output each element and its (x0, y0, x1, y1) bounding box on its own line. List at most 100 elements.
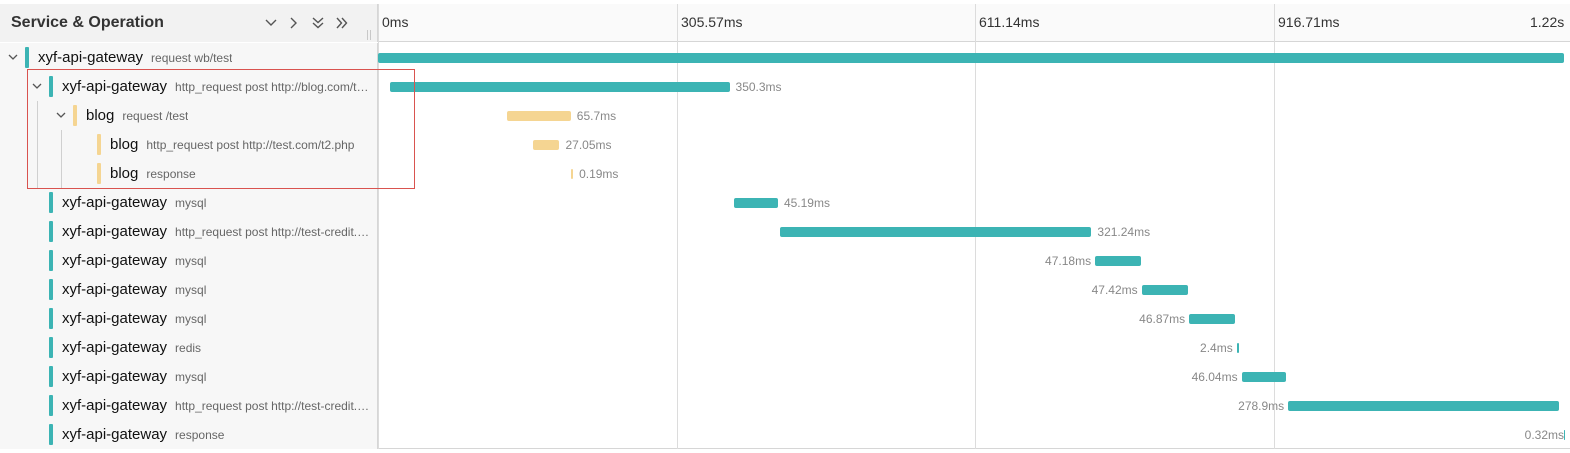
span-bar[interactable] (1095, 256, 1141, 266)
span-label[interactable]: xyf-api-gateway mysql (62, 304, 370, 333)
span-label[interactable]: blog request /test (86, 101, 370, 130)
span-row[interactable]: xyf-api-gateway mysql 47.42ms (0, 275, 1570, 304)
service-name: xyf-api-gateway (38, 49, 144, 66)
span-row[interactable]: xyf-api-gateway redis 2.4ms (0, 333, 1570, 362)
span-row[interactable]: xyf-api-gateway request wb/test (0, 43, 1570, 72)
service-color-marker (49, 308, 53, 329)
service-color-marker (49, 221, 53, 242)
span-duration: 278.9ms (1238, 399, 1285, 413)
service-name: xyf-api-gateway (62, 397, 168, 414)
span-bar[interactable] (389, 82, 730, 92)
chevron-down-icon (32, 83, 42, 89)
span-label[interactable]: xyf-api-gateway http_request post http://… (62, 391, 370, 420)
service-color-marker (49, 192, 53, 213)
span-duration: 0.32ms (1524, 428, 1564, 442)
span-duration: 47.42ms (1091, 283, 1138, 297)
operation-name: response (146, 166, 196, 181)
span-duration: 27.05ms (565, 138, 612, 152)
operation-name: request wb/test (151, 50, 233, 65)
tree-guide (61, 130, 62, 159)
span-row[interactable]: xyf-api-gateway mysql 47.18ms (0, 246, 1570, 275)
span-duration: 350.3ms (735, 80, 782, 94)
span-row[interactable]: blog request /test 65.7ms (0, 101, 1570, 130)
span-bar[interactable] (378, 53, 1564, 63)
span-duration: 0.19ms (579, 167, 619, 181)
span-row[interactable]: xyf-api-gateway mysql 46.04ms (0, 362, 1570, 391)
span-bar[interactable] (779, 227, 1092, 237)
span-label[interactable]: blog response (110, 159, 370, 188)
collapse-one-button[interactable] (262, 13, 280, 33)
operation-name: http_request post http://test-credit.com… (175, 398, 370, 413)
span-bar[interactable] (734, 198, 778, 208)
operation-name: mysql (175, 195, 207, 210)
tree-guide (37, 159, 38, 188)
span-bar[interactable] (1288, 401, 1559, 411)
chevron-down-icon (8, 54, 18, 60)
service-name: xyf-api-gateway (62, 368, 168, 385)
span-row[interactable]: blog http_request post http://test.com/t2… (0, 130, 1570, 159)
expand-all-button[interactable] (333, 13, 351, 33)
span-row[interactable]: xyf-api-gateway response 0.32ms (0, 420, 1570, 449)
span-duration: 45.19ms (783, 196, 830, 210)
service-color-marker (49, 337, 53, 358)
span-label[interactable]: xyf-api-gateway response (62, 420, 370, 449)
service-color-marker (49, 424, 53, 445)
operation-name: http_request post http://test-credit.com… (175, 224, 370, 239)
operation-name: http_request post http://test.com/t2.php (146, 137, 355, 152)
chevron-down-icon (56, 112, 66, 118)
service-name: xyf-api-gateway (62, 78, 168, 95)
service-color-marker (49, 279, 53, 300)
operation-name: redis (175, 340, 202, 355)
span-label[interactable]: xyf-api-gateway http_request post http://… (62, 217, 370, 246)
service-name: blog (86, 107, 115, 124)
service-name: xyf-api-gateway (62, 281, 168, 298)
expand-one-button[interactable] (285, 13, 303, 33)
service-name: blog (110, 136, 139, 153)
tree-guide (37, 101, 38, 130)
span-label[interactable]: blog http_request post http://test.com/t2… (110, 130, 370, 159)
span-row[interactable]: xyf-api-gateway mysql 46.87ms (0, 304, 1570, 333)
tick-label: 611.14ms (979, 14, 1040, 30)
span-bar[interactable] (533, 140, 560, 150)
collapse-all-button[interactable] (309, 13, 327, 33)
service-color-marker (49, 76, 53, 97)
span-bar[interactable] (1141, 285, 1188, 295)
span-duration: 46.04ms (1191, 370, 1238, 384)
span-bar[interactable] (1236, 343, 1240, 353)
collapse-toggle[interactable] (30, 79, 44, 93)
span-row[interactable]: blog response 0.19ms (0, 159, 1570, 188)
service-color-marker (73, 105, 77, 126)
span-row[interactable]: xyf-api-gateway http_request post http://… (0, 72, 1570, 101)
tick-label: 916.71ms (1278, 14, 1340, 30)
span-row[interactable]: xyf-api-gateway mysql 45.19ms (0, 188, 1570, 217)
span-label[interactable]: xyf-api-gateway http_request post http://… (62, 72, 370, 101)
span-label[interactable]: xyf-api-gateway mysql (62, 188, 370, 217)
operation-name: http_request post http://blog.com/test (175, 79, 370, 94)
span-row[interactable]: xyf-api-gateway http_request post http://… (0, 217, 1570, 246)
tree-guide (37, 130, 38, 159)
span-duration: 65.7ms (576, 109, 617, 123)
resize-handle[interactable] (367, 30, 373, 40)
span-label[interactable]: xyf-api-gateway redis (62, 333, 370, 362)
chevron-down-icon (265, 19, 277, 26)
header-service-operation: Service & Operation (0, 4, 378, 42)
span-label[interactable]: xyf-api-gateway request wb/test (38, 43, 370, 72)
collapse-toggle[interactable] (6, 50, 20, 64)
service-name: xyf-api-gateway (62, 426, 168, 443)
span-bar[interactable] (571, 169, 574, 179)
span-label[interactable]: xyf-api-gateway mysql (62, 275, 370, 304)
operation-name: mysql (175, 253, 207, 268)
operation-name: mysql (175, 282, 207, 297)
collapse-toggle[interactable] (54, 108, 68, 122)
span-label[interactable]: xyf-api-gateway mysql (62, 362, 370, 391)
span-label[interactable]: xyf-api-gateway mysql (62, 246, 370, 275)
span-duration: 321.24ms (1097, 225, 1151, 239)
span-bar[interactable] (1241, 372, 1287, 382)
span-bar[interactable] (1189, 314, 1235, 324)
span-row[interactable]: xyf-api-gateway http_request post http://… (0, 391, 1570, 420)
operation-name: mysql (175, 369, 207, 384)
span-bar[interactable] (507, 111, 571, 121)
service-name: xyf-api-gateway (62, 252, 168, 269)
service-name: xyf-api-gateway (62, 223, 168, 240)
service-name: xyf-api-gateway (62, 194, 168, 211)
